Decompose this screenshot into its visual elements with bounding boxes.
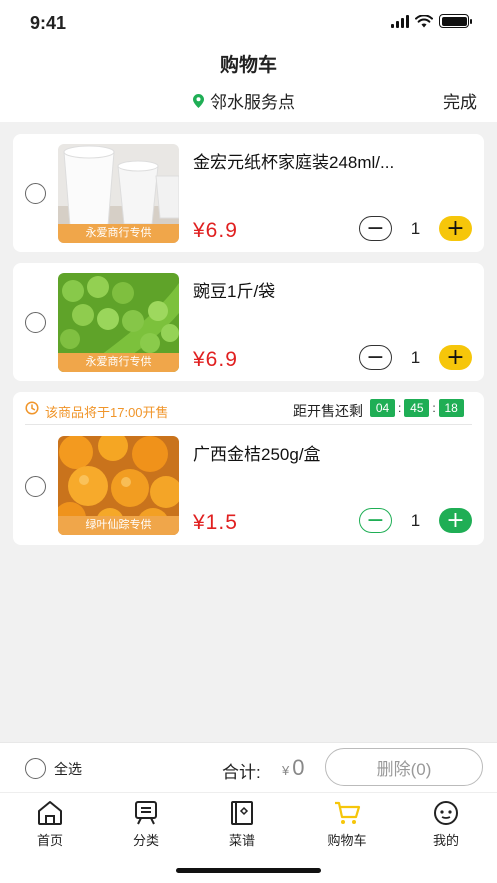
status-time: 9:41 (30, 13, 67, 33)
quantity-value: 1 (410, 218, 421, 238)
nav-bar: 购物车 邻水服务点 完成 (0, 44, 497, 122)
increase-button[interactable]: + (439, 345, 472, 370)
plus-icon: + (446, 215, 465, 241)
minus-icon: − (366, 507, 385, 533)
product-image-paper-cups[interactable]: 永爱商行专供 (58, 144, 179, 243)
product-title[interactable]: 金宏元纸杯家庭装248ml/... (193, 148, 394, 173)
supplier-tag: 永爱商行专供 (58, 353, 179, 372)
quantity-value: 1 (410, 347, 421, 367)
tab-recipe[interactable]: 菜谱 (202, 800, 282, 849)
checkout-bar: 全选 合计: ¥ 0 删除(0) (0, 742, 497, 792)
minus-icon: − (366, 344, 385, 370)
wifi-icon (415, 14, 433, 27)
location-selector[interactable]: 邻水服务点 (193, 88, 295, 113)
recipe-icon (231, 801, 253, 825)
item-checkbox[interactable] (25, 476, 46, 497)
presale-item-card: 该商品将于17:00开售 距开售还剩 04 : 45 : 18 绿叶仙踪专供 广… (13, 392, 484, 545)
done-button[interactable]: 完成 (443, 88, 477, 113)
total-label: 合计: (222, 763, 261, 782)
quantity-value: 1 (410, 510, 421, 530)
item-checkbox[interactable] (25, 312, 46, 333)
cart-item: 永爱商行专供 金宏元纸杯家庭装248ml/... ¥6.9 − 1 + (13, 134, 484, 252)
delete-button[interactable]: 删除(0) (325, 748, 483, 786)
home-indicator (176, 868, 321, 873)
countdown-label: 距开售还剩 (293, 403, 363, 419)
currency-symbol: ¥ (282, 763, 290, 778)
increase-button[interactable]: + (439, 508, 472, 533)
tab-label: 购物车 (327, 833, 367, 848)
product-image-kumquats[interactable]: 绿叶仙踪专供 (58, 436, 179, 535)
status-bar: 9:41 (0, 0, 497, 44)
product-price: ¥6.9 (193, 348, 238, 371)
decrease-button[interactable]: − (359, 345, 392, 370)
tab-profile[interactable]: 我的 (406, 800, 486, 849)
quantity-stepper: − 1 + (359, 345, 472, 370)
plus-icon: + (446, 344, 465, 370)
select-all[interactable]: 全选 (25, 758, 82, 779)
countdown-timer: 04 : 45 : 18 (370, 399, 464, 417)
tab-home[interactable]: 首页 (10, 800, 90, 849)
quantity-stepper: − 1 + (359, 508, 472, 533)
tab-label: 我的 (432, 833, 459, 848)
decrease-button[interactable]: − (359, 216, 392, 241)
page-title: 购物车 (219, 55, 277, 76)
item-checkbox[interactable] (25, 183, 46, 204)
countdown-hours: 04 (370, 399, 395, 417)
profile-icon (434, 801, 458, 825)
total-value: 0 (292, 755, 305, 780)
location-label: 邻水服务点 (210, 93, 295, 112)
product-title[interactable]: 豌豆1斤/袋 (193, 277, 275, 302)
presale-notice: 该商品将于17:00开售 距开售还剩 04 : 45 : 18 (13, 392, 484, 424)
divider (25, 424, 472, 425)
tab-label: 首页 (36, 833, 63, 848)
product-title[interactable]: 广西金桔250g/盒 (193, 440, 321, 465)
signal-icon (391, 14, 409, 28)
increase-button[interactable]: + (439, 216, 472, 241)
countdown-separator: : (432, 401, 436, 415)
clock-icon (25, 401, 39, 415)
quantity-stepper: − 1 + (359, 216, 472, 241)
select-all-label: 全选 (54, 760, 82, 777)
countdown-minutes: 45 (404, 399, 430, 417)
home-icon (38, 801, 62, 825)
product-price: ¥1.5 (193, 511, 238, 534)
cart-item: 永爱商行专供 豌豆1斤/袋 ¥6.9 − 1 + (13, 263, 484, 381)
cart-icon (335, 801, 361, 824)
decrease-button[interactable]: − (359, 508, 392, 533)
supplier-tag: 绿叶仙踪专供 (58, 516, 179, 535)
supplier-tag: 永爱商行专供 (58, 224, 179, 243)
product-image-peas[interactable]: 永爱商行专供 (58, 273, 179, 372)
tab-label: 菜谱 (228, 833, 255, 848)
product-price: ¥6.9 (193, 219, 238, 242)
status-icons (391, 14, 472, 28)
battery-icon (439, 14, 472, 28)
minus-icon: − (366, 215, 385, 241)
select-all-checkbox[interactable] (25, 758, 46, 779)
cart-list: 永爱商行专供 金宏元纸杯家庭装248ml/... ¥6.9 − 1 + 永爱商行… (0, 122, 497, 742)
plus-icon: + (446, 507, 465, 533)
countdown-seconds: 18 (438, 399, 464, 417)
total-amount: ¥ 0 (282, 755, 304, 781)
countdown-separator: : (398, 401, 402, 415)
location-pin-icon (193, 93, 204, 108)
tab-category[interactable]: 分类 (106, 800, 186, 849)
tab-label: 分类 (132, 833, 159, 848)
category-icon (135, 801, 157, 825)
presale-notice-text: 该商品将于17:00开售 (45, 405, 169, 420)
tab-cart[interactable]: 购物车 (307, 800, 387, 849)
